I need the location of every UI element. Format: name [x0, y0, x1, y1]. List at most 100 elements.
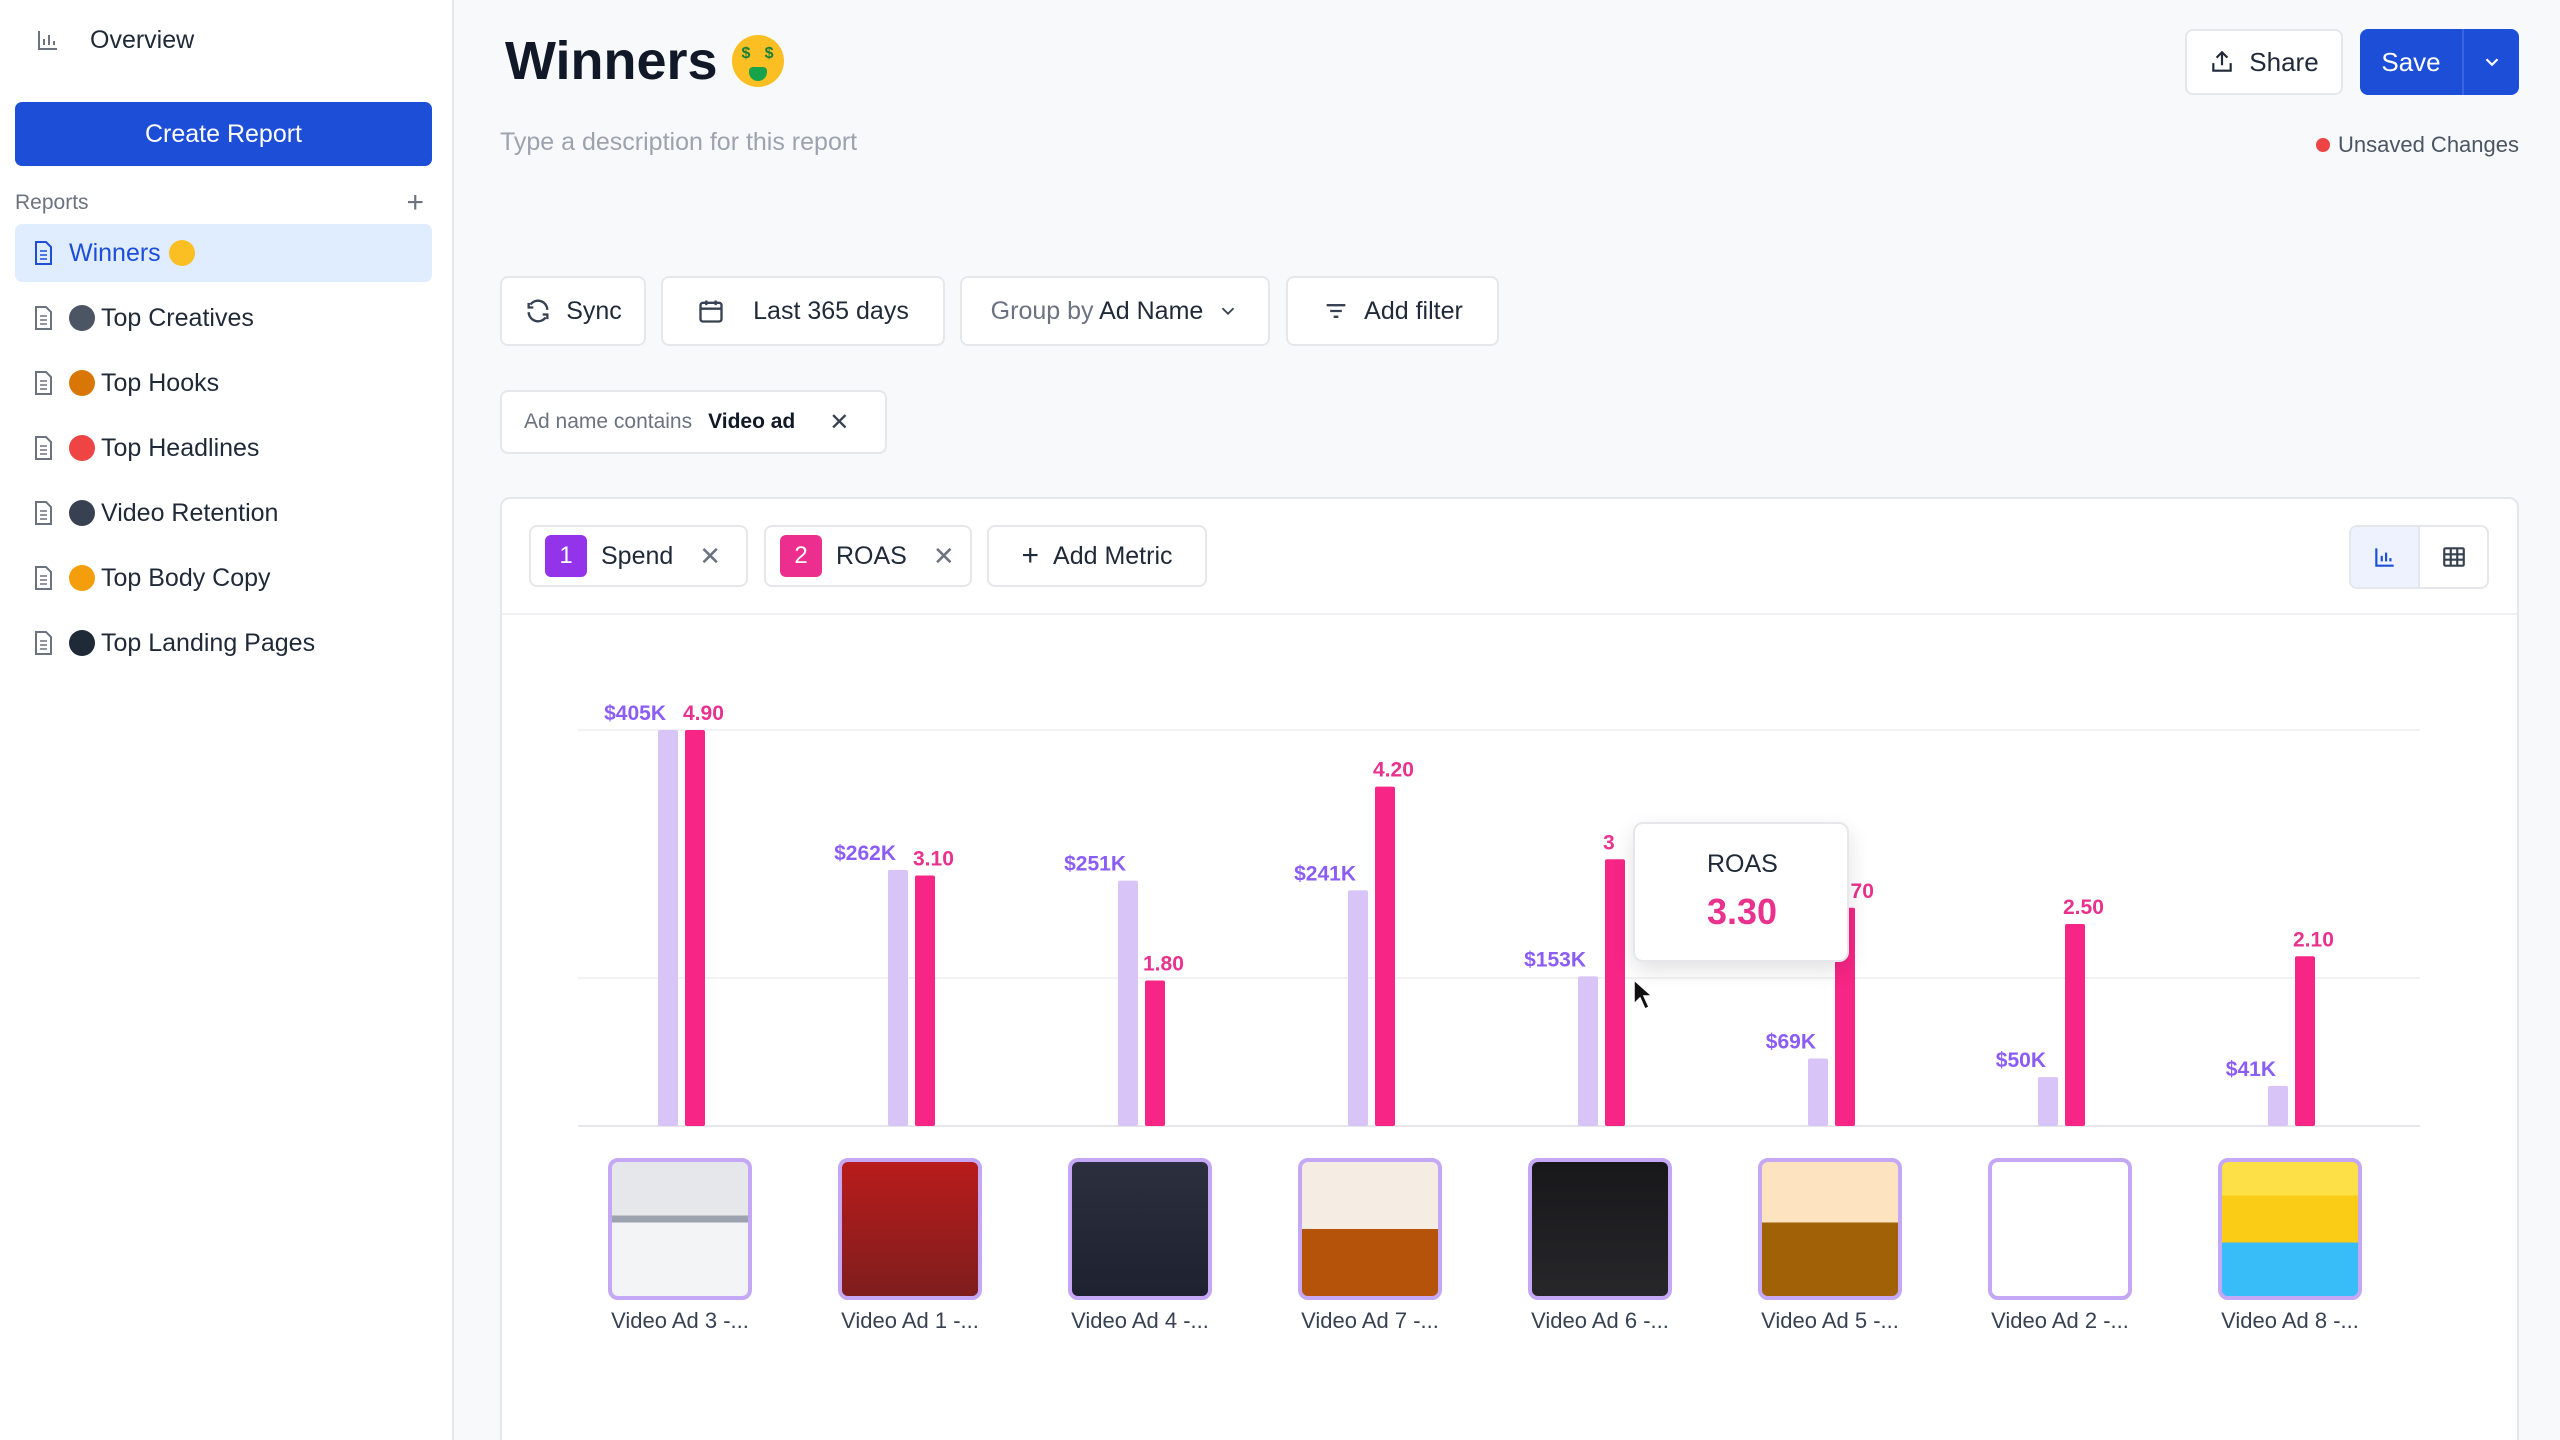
page-title: Winners	[505, 30, 784, 92]
add-filter-button[interactable]: Add filter	[1286, 276, 1499, 346]
add-report-icon[interactable]: +	[406, 188, 424, 218]
sync-button[interactable]: Sync	[500, 276, 646, 346]
remove-filter-close-icon[interactable]: ✕	[829, 408, 849, 437]
filter-value: Video ad	[708, 410, 796, 433]
create-report-button[interactable]: Create Report	[15, 102, 432, 166]
ad-thumbnail[interactable]	[1298, 1158, 1442, 1300]
chart-card: 1 Spend ✕ 2 ROAS ✕ + Add Metric	[500, 497, 2519, 1440]
ad-thumbnail[interactable]	[608, 1158, 752, 1300]
filter-icon	[1326, 304, 1346, 318]
x-tick-label: Video Ad 5 -...	[1761, 1308, 1899, 1333]
document-icon	[31, 435, 55, 461]
ad-thumbnail[interactable]	[1988, 1158, 2132, 1300]
table-view-icon[interactable]	[2420, 527, 2487, 587]
nav-overview-label: Overview	[90, 25, 195, 54]
ad-thumbnail[interactable]	[838, 1158, 982, 1300]
reports-heading-row: Reports +	[15, 188, 424, 218]
laptop-emoji	[69, 630, 95, 656]
save-button-group: Save	[2360, 29, 2519, 95]
x-tick-label: Video Ad 8 -...	[2221, 1308, 2359, 1333]
add-metric-button[interactable]: + Add Metric	[987, 525, 1207, 587]
share-icon	[2212, 50, 2233, 72]
sidebar-item-report[interactable]: Winners	[15, 224, 432, 282]
unsaved-dot	[2315, 138, 2330, 152]
add-metric-label: Add Metric	[1053, 541, 1173, 570]
mouse-cursor-icon	[1633, 978, 1654, 1011]
view-toggle	[2349, 525, 2489, 589]
memo-emoji	[69, 565, 95, 591]
chart-tooltip: ROAS 3.30	[1633, 822, 1849, 962]
calendar-icon	[699, 300, 723, 323]
sidebar-item-report[interactable]: Top Headlines	[15, 419, 432, 477]
filter-key: Ad name contains	[524, 410, 693, 433]
sidebar-item-label: Top Hooks	[101, 368, 220, 397]
tooltip-label: ROAS	[1707, 850, 1778, 878]
chart-view-icon[interactable]	[2351, 527, 2420, 587]
x-tick-label: Video Ad 7 -...	[1301, 1308, 1439, 1333]
remove-metric-close-icon[interactable]: ✕	[933, 541, 955, 572]
sidebar: Overview Create Report Reports + Winners…	[0, 0, 454, 1440]
target-emoji	[69, 435, 95, 461]
group-by-dropdown[interactable]: Group by Ad Name	[960, 276, 1270, 346]
ad-thumbnail[interactable]	[1068, 1158, 1212, 1300]
metric-bar: 1 Spend ✕ 2 ROAS ✕ + Add Metric	[502, 499, 2517, 615]
report-list: Winners Top Creatives Top Hooks Top Headlin…	[15, 224, 432, 679]
sidebar-item-report[interactable]: Top Body Copy	[15, 549, 432, 607]
hook-emoji	[69, 370, 95, 396]
filter-chip[interactable]: Ad name contains Video ad ✕	[500, 390, 887, 454]
metric-badge: 2	[780, 535, 822, 577]
sidebar-item-label: Top Landing Pages	[101, 628, 316, 657]
refresh-icon	[527, 299, 549, 323]
date-range-button[interactable]: Last 365 days	[661, 276, 945, 346]
video-camera-emoji	[69, 500, 95, 526]
page-title-text: Winners	[505, 31, 718, 91]
group-by-prefix: Group by	[990, 296, 1094, 325]
unsaved-status: Unsaved Changes	[2315, 132, 2519, 158]
save-options-chevron-down-icon[interactable]	[2464, 51, 2519, 73]
sidebar-item-label: Top Creatives	[101, 303, 254, 332]
tooltip-value: 3.30	[1707, 891, 1778, 932]
document-icon	[31, 305, 55, 331]
x-tick-label: Video Ad 4 -...	[1071, 1308, 1209, 1333]
sidebar-item-label: Video Retention	[101, 498, 279, 527]
document-icon	[31, 565, 55, 591]
student-emoji	[69, 305, 95, 331]
metric-label: Spend	[601, 541, 674, 570]
ad-thumbnail[interactable]	[1528, 1158, 1672, 1300]
metric-badge: 1	[545, 535, 587, 577]
sidebar-item-report[interactable]: Top Landing Pages	[15, 614, 432, 672]
sidebar-item-label: Winners	[69, 238, 161, 267]
sync-label: Sync	[566, 296, 622, 325]
bar-chart-icon	[38, 31, 57, 50]
metric-chip-spend[interactable]: 1 Spend ✕	[529, 525, 748, 587]
document-icon	[31, 630, 55, 656]
remove-metric-close-icon[interactable]: ✕	[699, 541, 721, 572]
share-button[interactable]: Share	[2185, 29, 2343, 95]
money-mouth-face-emoji	[168, 240, 195, 266]
money-mouth-face-icon	[731, 35, 784, 87]
save-button[interactable]: Save	[2360, 47, 2462, 78]
sidebar-item-report[interactable]: Top Hooks	[15, 354, 432, 412]
date-range-label: Last 365 days	[753, 296, 909, 325]
document-icon	[31, 240, 55, 266]
sidebar-item-label: Top Body Copy	[101, 563, 271, 592]
chevron-down-icon	[1222, 307, 1235, 316]
sidebar-item-report[interactable]: Top Creatives	[15, 289, 432, 347]
sidebar-item-label: Top Headlines	[101, 433, 260, 462]
reports-heading: Reports	[15, 191, 89, 214]
x-tick-label: Video Ad 6 -...	[1531, 1308, 1669, 1333]
unsaved-label: Unsaved Changes	[2337, 132, 2519, 157]
document-icon	[31, 500, 55, 526]
add-filter-label: Add filter	[1364, 296, 1463, 325]
ad-thumbnail[interactable]	[1758, 1158, 1902, 1300]
x-tick-label: Video Ad 1 -...	[841, 1308, 979, 1333]
metric-label: ROAS	[836, 541, 907, 570]
metric-chip-roas[interactable]: 2 ROAS ✕	[764, 525, 972, 587]
nav-overview[interactable]: Overview	[36, 22, 194, 58]
ad-thumbnail[interactable]	[2218, 1158, 2362, 1300]
description-input[interactable]: Type a description for this report	[500, 128, 857, 157]
share-label: Share	[2249, 46, 2319, 77]
sidebar-item-report[interactable]: Video Retention	[15, 484, 432, 542]
x-tick-label: Video Ad 2 -...	[1991, 1308, 2129, 1333]
group-by-value: Ad Name	[1099, 296, 1204, 325]
